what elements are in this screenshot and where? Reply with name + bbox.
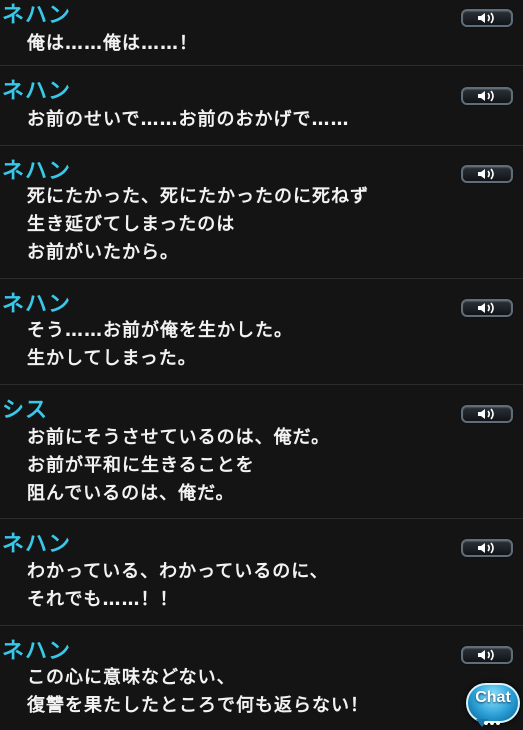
dialogue-line: 復讐を果たしたところで何も返らない！ <box>27 695 369 716</box>
dialogue-lines: この心に意味などない、 復讐を果たしたところで何も返らない！ <box>27 664 369 720</box>
log-entry: ネハン お前のせいで……お前のおかげで…… <box>0 66 523 146</box>
speaker-name: ネハン <box>2 3 72 28</box>
speaker-name: ネハン <box>2 532 72 557</box>
dialogue-line: 死にたかった、死にたかったのに死ねず <box>27 186 369 207</box>
chat-button[interactable]: Chat <box>466 683 520 727</box>
dialogue-line: わかっている、わかっているのに、 <box>27 561 329 582</box>
dialogue-lines: お前のせいで……お前のおかげで…… <box>27 106 349 134</box>
speaker-icon <box>478 649 494 661</box>
speaker-icon <box>478 168 494 180</box>
voice-replay-button[interactable] <box>461 87 513 105</box>
dialogue-line: お前にそうさせているのは、俺だ。 <box>27 427 331 448</box>
voice-replay-button[interactable] <box>461 405 513 423</box>
speaker-icon <box>478 12 494 24</box>
speaker-name: ネハン <box>2 79 72 104</box>
dialogue-line: それでも……！！ <box>27 589 179 610</box>
log-entry: ネハン この心に意味などない、 復讐を果たしたところで何も返らない！ <box>0 626 523 730</box>
speaker-name: ネハン <box>2 292 72 317</box>
voice-replay-button[interactable] <box>461 539 513 557</box>
voice-replay-button[interactable] <box>461 299 513 317</box>
log-entry: シス お前にそうさせているのは、俺だ。 お前が平和に生きることを 阻んでいるのは… <box>0 385 523 519</box>
dialogue-line: お前のせいで……お前のおかげで…… <box>27 109 350 130</box>
log-entry: ネハン そう……お前が俺を生かした。 生かしてしまった。 <box>0 279 523 385</box>
dialogue-lines: 死にたかった、死にたかったのに死ねず 生き延びてしまったのは お前がいたから。 <box>27 183 369 267</box>
voice-replay-button[interactable] <box>461 165 513 183</box>
dialogue-line: そう……お前が俺を生かした。 <box>27 320 293 341</box>
log-entry: ネハン 死にたかった、死にたかったのに死ねず 生き延びてしまったのは お前がいた… <box>0 146 523 279</box>
chat-dots-icon <box>484 710 502 725</box>
dialogue-log[interactable]: ネハン 俺は……俺は……！ ネハン お前のせいで……お前のおかげで…… ネハン <box>0 0 523 730</box>
chat-button-label: Chat <box>475 689 511 706</box>
dialogue-line: 俺は……俺は……！ <box>27 33 198 54</box>
log-entry: ネハン 俺は……俺は……！ <box>0 0 523 66</box>
speaker-icon <box>478 302 494 314</box>
dialogue-line: 生かしてしまった。 <box>27 348 197 369</box>
dialogue-lines: お前にそうさせているのは、俺だ。 お前が平和に生きることを 阻んでいるのは、俺だ… <box>27 424 330 508</box>
dialogue-lines: わかっている、わかっているのに、 それでも……！！ <box>27 558 329 614</box>
dialogue-line: この心に意味などない、 <box>27 667 236 688</box>
dialogue-line: お前が平和に生きることを <box>27 455 255 476</box>
voice-replay-button[interactable] <box>461 9 513 27</box>
speaker-name: ネハン <box>2 159 72 184</box>
dialogue-line: 阻んでいるのは、俺だ。 <box>27 483 235 504</box>
speaker-name: シス <box>2 398 49 423</box>
dialogue-lines: 俺は……俺は……！ <box>27 30 198 58</box>
speaker-name: ネハン <box>2 639 72 664</box>
dialogue-lines: そう……お前が俺を生かした。 生かしてしまった。 <box>27 317 293 373</box>
voice-replay-button[interactable] <box>461 646 513 664</box>
log-entry: ネハン わかっている、わかっているのに、 それでも……！！ <box>0 519 523 626</box>
speaker-icon <box>478 542 494 554</box>
dialogue-line: 生き延びてしまったのは <box>27 214 236 235</box>
speaker-icon <box>478 408 494 420</box>
dialogue-line: お前がいたから。 <box>27 242 179 263</box>
speaker-icon <box>478 90 494 102</box>
